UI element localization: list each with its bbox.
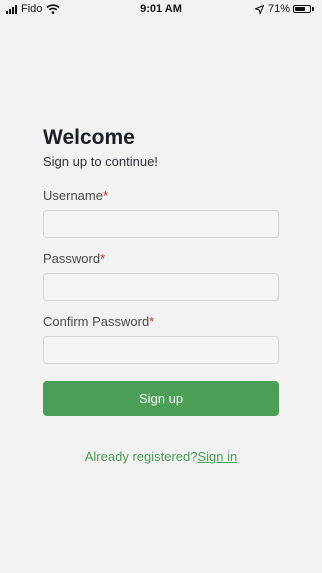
username-input[interactable] [43,210,279,238]
signup-form: Welcome Sign up to continue! Username* P… [43,126,279,464]
confirm-password-input[interactable] [43,336,279,364]
battery-percent: 71% [267,3,290,15]
battery-cap [312,7,314,11]
required-marker: * [102,188,109,203]
sign-in-link[interactable]: Sign in [197,449,237,464]
battery-icon [293,5,311,13]
password-label: Password* [43,251,106,266]
location-arrow-icon [254,4,264,14]
page-subtitle: Sign up to continue! [43,154,158,169]
battery-fill [295,7,305,11]
status-bar-right: 71% [254,3,314,15]
page-title: Welcome [43,126,135,149]
required-marker: * [149,314,155,329]
status-bar: Fido 9:01 AM 71% [0,0,322,18]
sign-in-prompt: Already registered?Sign in [43,449,279,464]
username-label: Username* [43,188,109,203]
confirm-password-label: Confirm Password* [43,314,155,329]
confirm-password-group: Confirm Password* [43,314,279,364]
username-group: Username* [43,188,279,238]
password-group: Password* [43,251,279,301]
already-registered-text: Already registered? [84,449,198,464]
password-input[interactable] [43,273,279,301]
required-marker: * [100,251,106,266]
sign-up-button[interactable]: Sign up [43,381,279,416]
